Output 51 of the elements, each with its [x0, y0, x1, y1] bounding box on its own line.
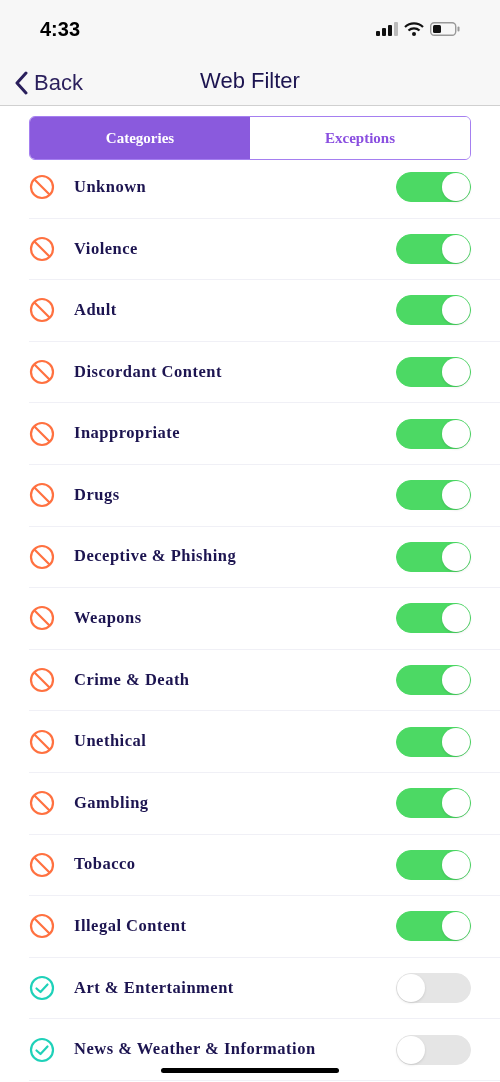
check-circle-icon — [29, 975, 55, 1001]
category-label: Discordant Content — [74, 360, 223, 383]
toggle-switch[interactable] — [396, 357, 471, 388]
toggle-switch[interactable] — [396, 603, 471, 634]
category-label: Deceptive & Phishing — [74, 545, 238, 568]
blocked-icon — [29, 174, 55, 201]
toggle-switch[interactable] — [396, 911, 471, 942]
category-label: Crime & Death — [74, 668, 191, 691]
toggle-switch[interactable] — [396, 849, 471, 880]
category-label: Art & Entertainment — [74, 976, 235, 999]
signal-icon — [376, 22, 398, 36]
blocked-icon — [29, 728, 55, 755]
category-label: Unethical — [74, 730, 148, 753]
category-label: Unknown — [74, 175, 148, 198]
toggle-switch[interactable] — [396, 295, 471, 326]
category-label: Weapons — [74, 607, 143, 630]
blocked-icon — [29, 482, 55, 509]
toggle-switch[interactable] — [396, 418, 471, 449]
blocked-icon — [29, 605, 55, 632]
category-label: Tobacco — [74, 853, 137, 876]
blocked-icon — [29, 543, 55, 570]
toggle-switch[interactable] — [396, 233, 471, 264]
toggle-switch[interactable] — [396, 788, 471, 819]
toggle-switch[interactable] — [396, 480, 471, 511]
toggle-switch[interactable] — [396, 172, 471, 203]
wifi-icon — [404, 22, 424, 36]
category-label: Inappropriate — [74, 422, 182, 445]
segment-tab[interactable]: Categories — [30, 117, 250, 159]
blocked-icon — [29, 667, 55, 694]
category-label: Drugs — [74, 483, 121, 506]
category-label: Adult — [74, 299, 118, 322]
status-time: 4:33 — [40, 17, 81, 42]
toggle-switch[interactable] — [396, 726, 471, 757]
blocked-icon — [29, 235, 55, 262]
blocked-icon — [29, 913, 55, 940]
toggle-switch[interactable] — [396, 541, 471, 572]
back-button[interactable]: Back — [14, 66, 83, 99]
page-title: Web Filter — [200, 67, 300, 95]
category-label: Illegal Content — [74, 915, 188, 938]
check-circle-icon — [29, 1036, 55, 1063]
blocked-icon — [29, 420, 55, 447]
chevron-left-icon — [14, 70, 28, 95]
blocked-icon — [29, 359, 55, 386]
blocked-icon — [29, 851, 55, 878]
blocked-icon — [29, 297, 55, 324]
battery-icon — [430, 22, 460, 36]
blocked-icon — [29, 790, 55, 817]
category-label: News & Weather & Information — [74, 1038, 317, 1061]
category-label: Violence — [74, 237, 139, 260]
toggle-switch[interactable] — [396, 665, 471, 696]
category-label: Gambling — [74, 791, 150, 814]
